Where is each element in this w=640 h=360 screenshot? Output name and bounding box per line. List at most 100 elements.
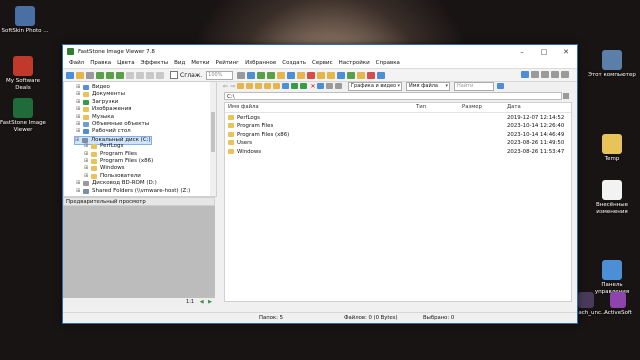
filter-select[interactable]: Графика и видео: [348, 81, 402, 91]
sort-select[interactable]: Имя файла: [406, 81, 450, 91]
menu-item[interactable]: Вид: [171, 60, 188, 66]
desktop-icon[interactable]: ActiveSoft: [602, 292, 634, 317]
save-icon[interactable]: [86, 71, 94, 79]
minimize-button[interactable]: –: [511, 48, 533, 56]
tree-item[interactable]: ⊞ Загрузки: [76, 99, 118, 106]
close-button[interactable]: ✕: [555, 48, 577, 56]
sort-icon[interactable]: [326, 83, 333, 89]
menu-item[interactable]: Эффекты: [138, 60, 172, 66]
col-name[interactable]: Имя файла: [228, 103, 259, 112]
expand-icon[interactable]: ⊞: [76, 99, 81, 106]
thumbnails-icon[interactable]: [541, 71, 549, 78]
view-mode-icon[interactable]: [317, 83, 324, 89]
file-row[interactable]: Program Files 2023-10-14 12:26:40: [225, 122, 571, 130]
layout-icon[interactable]: [521, 71, 529, 78]
view-icon[interactable]: [531, 71, 539, 78]
address-bar[interactable]: C:\: [224, 92, 562, 100]
desktop-icon[interactable]: Внесённые изменения: [587, 180, 637, 215]
preview-prev-icon[interactable]: ◀: [200, 299, 204, 305]
tree-item[interactable]: ⊞ Видео: [76, 84, 110, 91]
rotate-right-icon[interactable]: [136, 71, 144, 79]
file-row[interactable]: Windows 2023-08-26 11:53:47: [225, 148, 571, 156]
menu-item[interactable]: Настройки: [336, 60, 373, 66]
title-bar[interactable]: FastStone Image Viewer 7.8 – □ ✕: [63, 45, 577, 58]
select-icon[interactable]: [237, 71, 246, 79]
properties-icon[interactable]: [300, 83, 307, 89]
tree-item[interactable]: ⊞ Program Files (x86): [84, 158, 153, 165]
expand-icon[interactable]: ⊞: [75, 137, 80, 144]
expand-icon[interactable]: ⊞: [84, 151, 89, 158]
expand-icon[interactable]: ⊞: [84, 173, 89, 180]
desktop-icon[interactable]: Temp: [587, 134, 637, 163]
col-date[interactable]: Дата: [507, 103, 521, 112]
new-folder-icon[interactable]: [246, 83, 253, 89]
batch-icon[interactable]: [317, 71, 326, 79]
menu-item[interactable]: Файл: [66, 60, 87, 66]
menu-item[interactable]: Цвета: [114, 60, 137, 66]
favorite-icon[interactable]: [367, 71, 376, 79]
expand-icon[interactable]: ⊞: [76, 114, 81, 121]
file-row[interactable]: Users 2023-08-26 11:49:50: [225, 139, 571, 147]
col-type[interactable]: Тип: [416, 103, 426, 112]
tree-item[interactable]: ⊞ Пользователи: [84, 173, 141, 180]
tag-icon[interactable]: [357, 71, 366, 79]
email-icon[interactable]: [247, 71, 256, 79]
expand-icon[interactable]: ⊞: [76, 84, 81, 91]
details-icon[interactable]: [551, 71, 559, 78]
address-go-icon[interactable]: [563, 93, 569, 99]
up-folder-icon[interactable]: [237, 83, 244, 89]
zoom-out-icon[interactable]: [146, 71, 154, 79]
menu-item[interactable]: Метки: [188, 60, 212, 66]
tree-item[interactable]: ⊞ Изображения: [76, 106, 131, 113]
crop-icon[interactable]: [267, 71, 276, 79]
forward-icon[interactable]: ⇨: [229, 83, 237, 90]
color-icon[interactable]: [307, 71, 316, 79]
back-icon[interactable]: ⇦: [221, 83, 229, 90]
image-icon[interactable]: [96, 71, 104, 79]
desktop-icon[interactable]: My Software Deals: [0, 56, 48, 91]
preview-zoom[interactable]: 1:1: [186, 299, 194, 305]
wallpaper-icon[interactable]: [347, 71, 356, 79]
rename-icon[interactable]: [282, 83, 289, 89]
tree-item[interactable]: ⊞ Документы: [76, 91, 125, 98]
resize-icon[interactable]: [277, 71, 286, 79]
filter-icon[interactable]: [335, 83, 342, 89]
tree-item[interactable]: ⊞ Дисковод BD-ROM (D:): [76, 180, 157, 187]
tree-item[interactable]: ⊞ Shared Folders (\\vmware-host) (Z:): [76, 188, 190, 195]
copy-icon[interactable]: [264, 83, 271, 89]
menu-item[interactable]: Правка: [87, 60, 114, 66]
tree-item[interactable]: ⊞ Program Files: [84, 151, 137, 158]
desktop-icon[interactable]: FastStone Image Viewer: [0, 98, 48, 133]
desktop-icon[interactable]: Этот компьютер: [587, 50, 637, 79]
search-input[interactable]: Найти: [454, 81, 494, 91]
expand-icon[interactable]: ⊞: [76, 188, 81, 195]
print-icon[interactable]: [257, 71, 266, 79]
expand-icon[interactable]: ⊞: [76, 128, 81, 135]
fullscreen-icon[interactable]: [116, 71, 124, 79]
favorites-icon[interactable]: [255, 83, 262, 89]
list-icon[interactable]: [561, 71, 569, 78]
menu-item[interactable]: Рейтинг: [213, 60, 243, 66]
screenshot-icon[interactable]: [327, 71, 336, 79]
menu-item[interactable]: Избранное: [242, 60, 279, 66]
menu-item[interactable]: Справка: [373, 60, 403, 66]
expand-icon[interactable]: ⊞: [84, 165, 89, 172]
expand-icon[interactable]: ⊞: [76, 106, 81, 113]
refresh-icon[interactable]: [291, 83, 298, 89]
col-size[interactable]: Размер: [462, 103, 482, 112]
zoom-in-icon[interactable]: [156, 71, 164, 79]
scanner-icon[interactable]: [337, 71, 346, 79]
open-icon[interactable]: [66, 71, 74, 79]
maximize-button[interactable]: □: [533, 48, 555, 56]
file-row[interactable]: Program Files (x86) 2023-10-14 14:46:49: [225, 131, 571, 139]
tree-item[interactable]: ⊞ Windows: [84, 165, 125, 172]
settings-icon[interactable]: [377, 71, 386, 79]
delete-icon[interactable]: ✕: [309, 83, 317, 90]
tree-scrollbar[interactable]: [210, 82, 216, 196]
search-icon[interactable]: [497, 83, 504, 89]
rotate-left-icon[interactable]: [126, 71, 134, 79]
expand-icon[interactable]: ⊞: [76, 121, 81, 128]
expand-icon[interactable]: ⊞: [84, 158, 89, 165]
expand-icon[interactable]: ⊞: [76, 180, 81, 187]
folder-tree[interactable]: ⊞ Видео ⊞ Документы ⊞ Загрузки ⊞ Изображения ⊞ Му…: [63, 81, 217, 197]
